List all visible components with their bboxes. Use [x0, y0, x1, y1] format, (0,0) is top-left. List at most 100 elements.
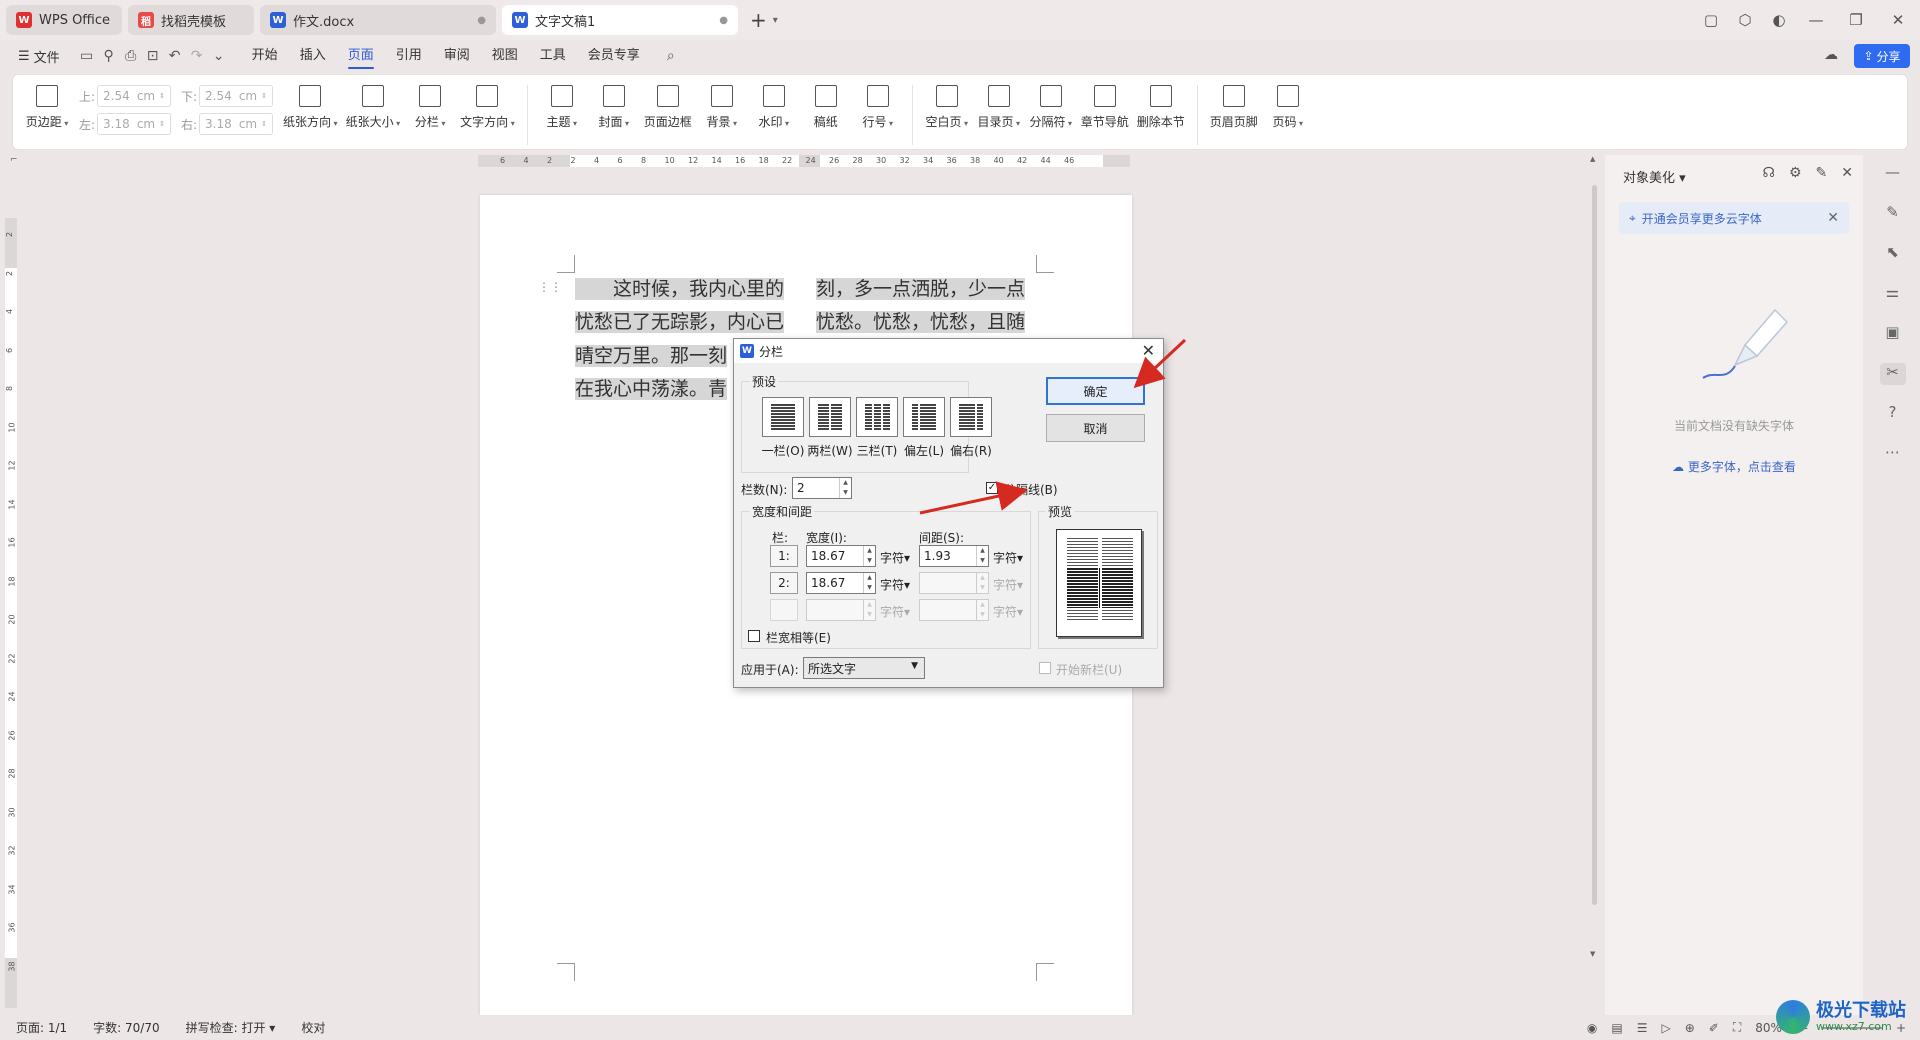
- ruler-corner-icon[interactable]: ⌐: [10, 155, 18, 165]
- column-1-spacing-input[interactable]: 1.93 ▲ ▼: [919, 545, 989, 567]
- edit-icon[interactable]: ✎: [1880, 203, 1906, 225]
- cloud-font-notice[interactable]: ⌖ 开通会员享更多云字体 ✕: [1619, 202, 1849, 234]
- web-view-icon[interactable]: ⊕: [1685, 1021, 1695, 1035]
- page-size-button[interactable]: 纸张大小: [346, 85, 401, 130]
- tab-home[interactable]: 开始: [252, 40, 278, 72]
- cube-icon[interactable]: ⬡: [1728, 11, 1762, 29]
- restore-icon[interactable]: ❐: [1836, 11, 1876, 29]
- page-margin-button[interactable]: 页边距: [25, 85, 69, 130]
- margin-bottom-field[interactable]: 下: 2.54 cm ⇕: [181, 85, 273, 107]
- vertical-ruler[interactable]: 2 2 4 6 8 10 12 14 16 18 20 22 24 26 28 30 32 34 36 38: [5, 218, 17, 1008]
- tab-essay-doc[interactable]: W 作文.docx ●: [260, 5, 496, 35]
- adjust-icon[interactable]: ⚌: [1880, 283, 1906, 305]
- file-menu[interactable]: 文件: [34, 47, 60, 66]
- tab-insert[interactable]: 插入: [300, 40, 326, 72]
- collapse-icon[interactable]: —: [1880, 163, 1906, 185]
- apply-to-select[interactable]: 所选文字 ▼: [803, 657, 925, 679]
- drag-handle-icon[interactable]: ⋮⋮: [538, 280, 562, 294]
- outline-view-icon[interactable]: ☰: [1637, 1021, 1648, 1035]
- cover-button[interactable]: 封面: [592, 85, 636, 130]
- blank-page-button[interactable]: 空白页: [925, 85, 969, 130]
- equal-width-checkbox[interactable]: [748, 630, 760, 642]
- cancel-button[interactable]: 取消: [1046, 414, 1145, 442]
- preset-one-column[interactable]: [762, 397, 804, 437]
- image-icon[interactable]: ▣: [1880, 323, 1906, 345]
- more-icon[interactable]: ⋯: [1880, 443, 1906, 465]
- margin-top-field[interactable]: 上: 2.54 cm ⇕: [79, 85, 171, 107]
- search-icon[interactable]: ⌕: [660, 48, 682, 64]
- word-count[interactable]: 字数: 70/70: [93, 1019, 159, 1036]
- columns-button[interactable]: 分栏: [408, 85, 452, 130]
- column-2-width-unit[interactable]: 字符▾: [880, 576, 910, 593]
- redo-icon[interactable]: ↷: [186, 48, 208, 64]
- watermark-button[interactable]: 水印: [752, 85, 796, 130]
- tab-template[interactable]: 稻 找稻壳模板: [128, 5, 254, 35]
- minimize-icon[interactable]: —: [1796, 11, 1836, 29]
- dialog-title-bar[interactable]: W 分栏 ✕: [734, 339, 1163, 363]
- find-icon[interactable]: ⚲: [98, 48, 120, 64]
- ok-button[interactable]: 确定: [1046, 377, 1145, 405]
- print-preview-icon[interactable]: ⊡: [142, 48, 164, 64]
- tab-wps-office[interactable]: W WPS Office: [6, 5, 122, 35]
- tab-tools[interactable]: 工具: [540, 40, 566, 72]
- num-columns-input[interactable]: 2 ▲ ▼: [792, 477, 852, 499]
- tab-dot-icon[interactable]: ●: [477, 15, 486, 26]
- tab-page[interactable]: 页面: [347, 40, 374, 72]
- pin-icon[interactable]: ✎: [1816, 165, 1828, 181]
- headset-icon[interactable]: ☊: [1763, 165, 1775, 181]
- preset-left[interactable]: [903, 397, 945, 437]
- close-icon[interactable]: ✕: [1876, 11, 1920, 29]
- avatar[interactable]: ◐: [1762, 11, 1796, 29]
- column-2-width-input[interactable]: 18.67 ▲ ▼: [806, 572, 876, 594]
- tab-review[interactable]: 审阅: [444, 40, 470, 72]
- save-icon[interactable]: ▭: [76, 48, 98, 64]
- page-view-icon[interactable]: ▤: [1611, 1021, 1622, 1035]
- comment-icon[interactable]: ☁: [1824, 47, 1838, 63]
- tab-reference[interactable]: 引用: [396, 40, 422, 72]
- gear-icon[interactable]: ⚙: [1789, 165, 1802, 181]
- tab-view[interactable]: 视图: [492, 40, 518, 72]
- page-orientation-button[interactable]: 纸张方向: [283, 85, 338, 130]
- scroll-up-icon[interactable]: ▲: [1590, 155, 1595, 163]
- vertical-scrollbar[interactable]: ▲ ▼: [1590, 155, 1600, 1015]
- separator-checkbox[interactable]: ✓: [986, 482, 998, 494]
- header-footer-button[interactable]: 页眉页脚: [1210, 85, 1258, 130]
- eye-icon[interactable]: ◉: [1587, 1021, 1597, 1035]
- separator-button[interactable]: 分隔符: [1029, 85, 1073, 130]
- line-number-button[interactable]: 行号: [856, 85, 900, 130]
- toc-page-button[interactable]: 目录页: [977, 85, 1021, 130]
- close-icon[interactable]: ✕: [1827, 210, 1839, 226]
- manuscript-button[interactable]: 稿纸: [804, 85, 848, 130]
- column-1-width-input[interactable]: 18.67 ▲ ▼: [806, 545, 876, 567]
- undo-icon[interactable]: ↶: [164, 48, 186, 64]
- page-indicator[interactable]: 页面: 1/1: [16, 1019, 67, 1036]
- spell-check-toggle[interactable]: 拼写检查: 打开 ▾: [186, 1019, 276, 1036]
- margin-left-field[interactable]: 左: 3.18 cm ⇕: [79, 113, 171, 135]
- column-2-text[interactable]: 刻，多一点洒脱，少一点 忧愁。忧愁，忧愁，且随: [816, 273, 1036, 340]
- close-icon[interactable]: ✕: [1142, 341, 1155, 360]
- panel-title[interactable]: 对象美化 ▾: [1623, 167, 1686, 186]
- text-direction-button[interactable]: 文字方向: [460, 85, 515, 130]
- theme-button[interactable]: 主题: [540, 85, 584, 130]
- tab-member[interactable]: 会员专享: [588, 40, 640, 72]
- proofread-button[interactable]: 校对: [301, 1019, 325, 1036]
- close-icon[interactable]: ✕: [1841, 165, 1853, 181]
- scroll-thumb[interactable]: [1592, 185, 1597, 905]
- page-number-button[interactable]: 页码: [1266, 85, 1310, 130]
- help-icon[interactable]: ?: [1880, 403, 1906, 425]
- new-tab-icon[interactable]: +: [750, 8, 767, 32]
- menu-icon[interactable]: ☰: [18, 49, 30, 64]
- preset-three-columns[interactable]: [856, 397, 898, 437]
- tab-dot-icon[interactable]: ●: [719, 15, 728, 26]
- scroll-down-icon[interactable]: ▼: [1590, 950, 1595, 958]
- pen-icon[interactable]: ✐: [1709, 1021, 1719, 1035]
- column-1-spacing-unit[interactable]: 字符▾: [993, 549, 1023, 566]
- spin-arrows-icon[interactable]: ▲ ▼: [839, 478, 851, 498]
- tab-document1[interactable]: W 文字文稿1 ●: [502, 5, 738, 35]
- preset-two-columns[interactable]: [809, 397, 851, 437]
- chevron-down-icon[interactable]: ▾: [773, 15, 778, 26]
- page-border-button[interactable]: 页面边框: [644, 85, 692, 130]
- horizontal-ruler[interactable]: 6 4 2 2 4 6 8 10 12 14 16 18 22 24 26 28 30 32 34 36 38 40 42 4…: [478, 155, 1130, 167]
- window-list-icon[interactable]: ▢: [1694, 11, 1728, 29]
- column-1-width-unit[interactable]: 字符▾: [880, 549, 910, 566]
